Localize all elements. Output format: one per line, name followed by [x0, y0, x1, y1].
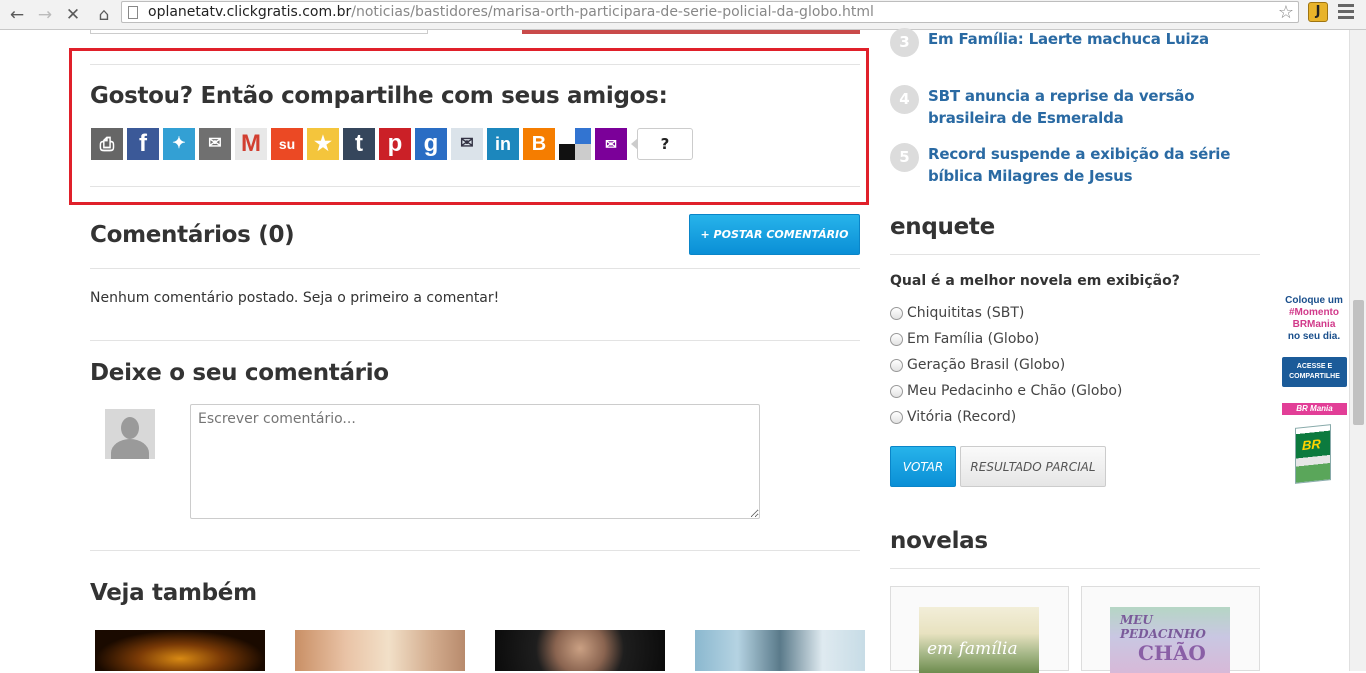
novela-card[interactable]: em família — [890, 586, 1069, 673]
rank-number-badge: 5 — [890, 143, 919, 172]
see-also-thumbnail-1[interactable] — [95, 630, 265, 671]
novelas-title: novelas — [890, 528, 988, 554]
share-highlight-frame — [69, 48, 869, 205]
poll-title: enquete — [890, 214, 995, 240]
radio-button[interactable] — [890, 332, 903, 346]
blogger-icon[interactable]: B — [523, 128, 555, 160]
yahoo-mail-icon[interactable]: ✉ — [595, 128, 627, 160]
avatar — [105, 409, 155, 459]
poll-option[interactable]: Meu Pedacinho e Chão (Globo) — [890, 383, 1122, 399]
delicious-icon[interactable] — [559, 128, 591, 160]
scrollbar-thumb[interactable] — [1353, 300, 1364, 425]
poll-option-label: Geração Brasil (Globo) — [907, 357, 1066, 373]
side-advertisement[interactable]: Coloque um #Momento BRMania no seu dia. … — [1280, 295, 1348, 490]
poll-option-label: Meu Pedacinho e Chão (Globo) — [907, 383, 1123, 399]
ad-share-button[interactable]: ACESSE E COMPARTILHE — [1282, 357, 1347, 387]
share-title: Gostou? Então compartilhe com seus amigo… — [90, 83, 668, 109]
previous-content-banner — [522, 30, 860, 34]
divider — [90, 186, 860, 187]
divider — [90, 64, 860, 65]
partial-result-button[interactable]: RESULTADO PARCIAL — [960, 446, 1106, 487]
bookmark-star-icon[interactable]: ☆ — [1278, 2, 1294, 23]
novela-logo-text: em família — [927, 639, 1018, 659]
tumblr-icon[interactable]: t — [343, 128, 375, 160]
address-bar[interactable]: oplanetatv.clickgratis.com.br/noticias/b… — [121, 1, 1299, 23]
poll-option-label: Chiquititas (SBT) — [907, 305, 1025, 321]
divider — [90, 340, 860, 341]
google-icon[interactable]: g — [415, 128, 447, 160]
pinterest-icon[interactable]: p — [379, 128, 411, 160]
poll-question: Qual é a melhor novela em exibição? — [890, 273, 1180, 289]
post-comment-button[interactable]: + POSTAR COMENTÁRIO — [689, 214, 860, 255]
rank-number-badge: 3 — [890, 28, 919, 57]
extension-icon[interactable]: J — [1308, 2, 1328, 22]
see-also-thumbnail-2[interactable] — [295, 630, 465, 671]
comments-title: Comentários (0) — [90, 222, 295, 248]
divider — [890, 254, 1260, 255]
share-icons-bar: ⎙ f ✦ ✉ M su ★ t p g ✉ in B ✉ ? — [91, 128, 693, 160]
previous-content-box — [90, 30, 428, 34]
leave-comment-title: Deixe o seu comentário — [90, 360, 389, 386]
email-icon[interactable]: ✉ — [199, 128, 231, 160]
ad-brand-label: BR Mania — [1282, 403, 1347, 415]
see-also-thumbnail-4[interactable] — [695, 630, 865, 671]
share-count-bubble: ? — [631, 128, 693, 160]
radio-button[interactable] — [890, 358, 903, 372]
outlook-icon[interactable]: ✉ — [451, 128, 483, 160]
novela-image[interactable]: em família — [919, 607, 1039, 673]
twitter-icon[interactable]: ✦ — [163, 128, 195, 160]
see-also-thumbnail-3[interactable] — [495, 630, 665, 671]
novela-image[interactable]: MEU PEDACINHO CHÃO — [1110, 607, 1230, 673]
comment-textarea[interactable] — [190, 404, 760, 519]
divider — [890, 568, 1260, 569]
poll-option[interactable]: Chiquititas (SBT) — [890, 305, 1024, 321]
ad-text: Coloque um #Momento BRMania no seu dia. — [1285, 295, 1343, 342]
browser-toolbar: ← → ✕ ⌂ oplanetatv.clickgratis.com.br/no… — [0, 0, 1366, 30]
novela-logo-text: CHÃO — [1138, 641, 1206, 665]
url-text: oplanetatv.clickgratis.com.br/noticias/b… — [148, 4, 874, 20]
radio-button[interactable] — [890, 306, 903, 320]
facebook-icon[interactable]: f — [127, 128, 159, 160]
ranking-link[interactable]: Record suspende a exibição da série bíbl… — [928, 143, 1260, 187]
rank-number-badge: 4 — [890, 85, 919, 114]
linkedin-icon[interactable]: in — [487, 128, 519, 160]
novela-card[interactable]: MEU PEDACINHO CHÃO — [1081, 586, 1260, 673]
stumbleupon-icon[interactable]: su — [271, 128, 303, 160]
poll-option-label: Vitória (Record) — [907, 409, 1017, 425]
print-icon[interactable]: ⎙ — [91, 128, 123, 160]
radio-button[interactable] — [890, 384, 903, 398]
poll-option[interactable]: Geração Brasil (Globo) — [890, 357, 1065, 373]
divider — [90, 268, 860, 269]
poll-option[interactable]: Em Família (Globo) — [890, 331, 1039, 347]
page-scrollbar[interactable] — [1349, 30, 1366, 671]
browser-menu-icon[interactable] — [1338, 4, 1354, 20]
ranking-link[interactable]: SBT anuncia a reprise da versão brasilei… — [928, 85, 1260, 129]
home-icon[interactable]: ⌂ — [93, 4, 115, 26]
page-icon — [128, 6, 138, 19]
back-arrow-icon[interactable]: ← — [6, 4, 28, 26]
no-comments-text: Nenhum comentário postado. Seja o primei… — [90, 290, 500, 306]
radio-button[interactable] — [890, 410, 903, 424]
see-also-title: Veja também — [90, 580, 257, 606]
novela-logo-text: MEU PEDACINHO — [1120, 613, 1206, 641]
vote-button[interactable]: VOTAR — [890, 446, 956, 487]
divider — [90, 550, 860, 551]
poll-option-label: Em Família (Globo) — [907, 331, 1040, 347]
br-logo-icon: BR — [1295, 424, 1331, 484]
favorites-icon[interactable]: ★ — [307, 128, 339, 160]
forward-arrow-icon[interactable]: → — [34, 4, 56, 26]
gmail-icon[interactable]: M — [235, 128, 267, 160]
ranking-link[interactable]: Em Família: Laerte machuca Luiza — [928, 28, 1260, 50]
stop-loading-icon[interactable]: ✕ — [62, 4, 84, 26]
poll-option[interactable]: Vitória (Record) — [890, 409, 1016, 425]
